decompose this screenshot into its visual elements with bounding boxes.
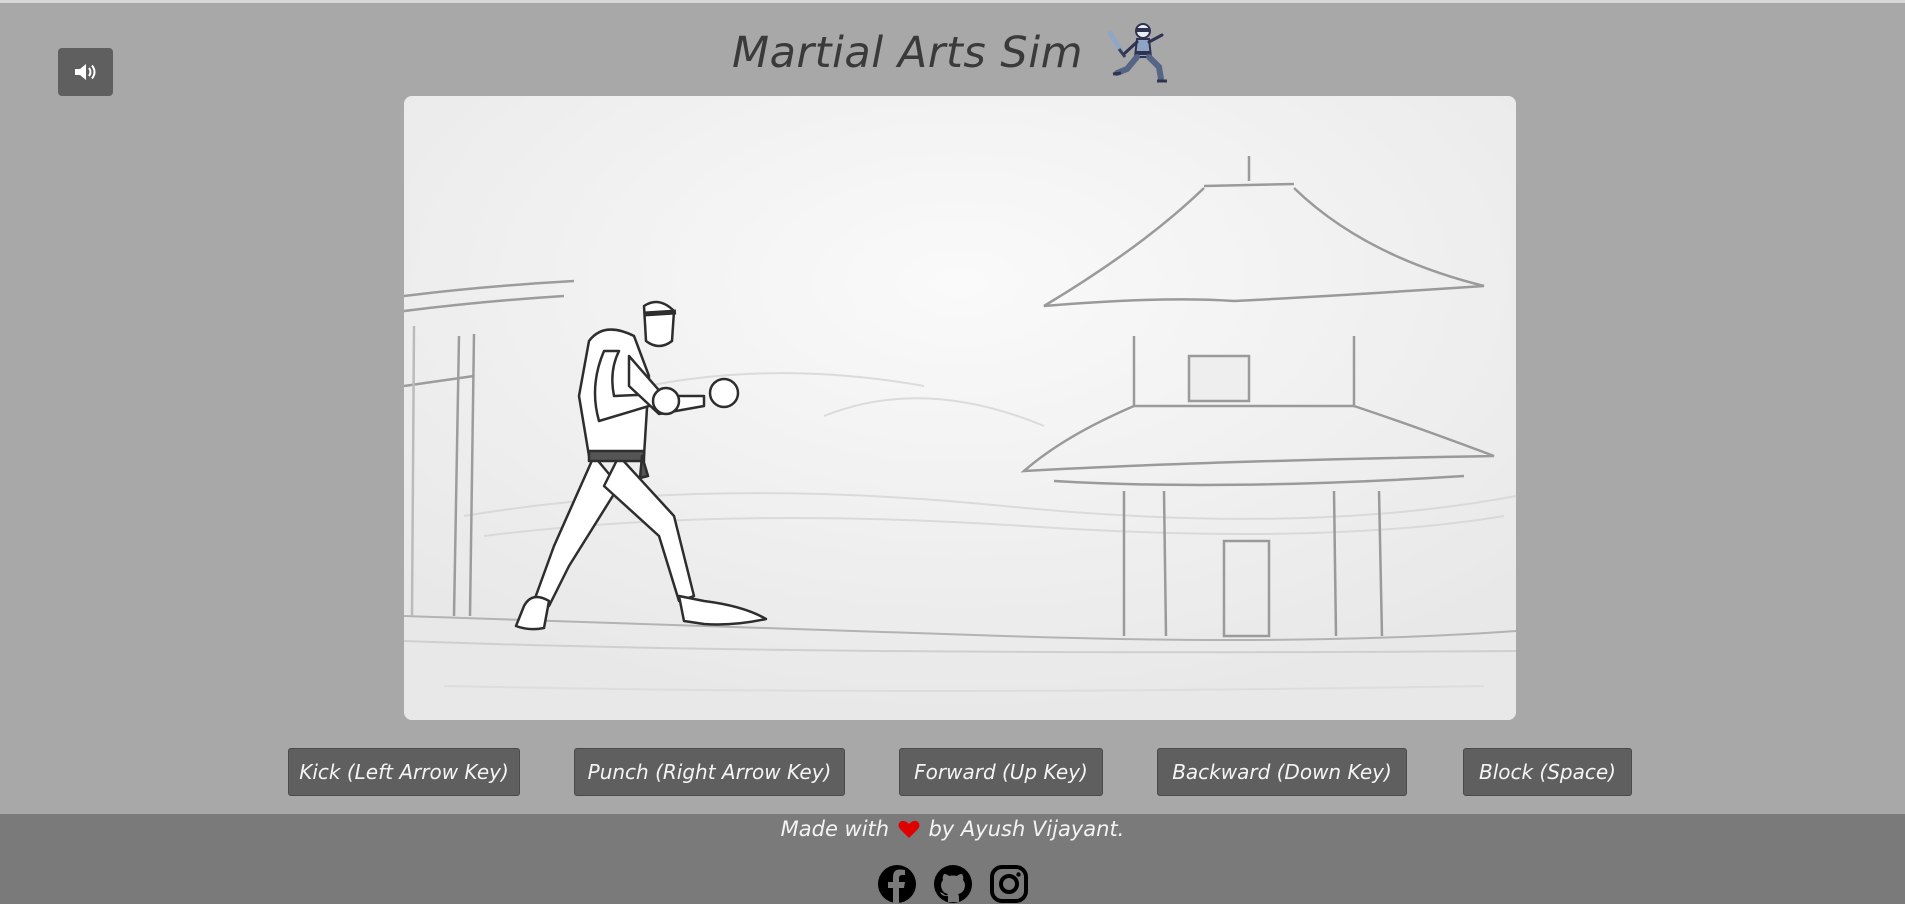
top-border — [0, 0, 1905, 3]
block-button[interactable]: Block (Space) — [1463, 748, 1632, 796]
heart-icon — [898, 820, 920, 838]
facebook-link[interactable] — [877, 864, 917, 904]
page-title: Martial Arts Sim — [731, 28, 1084, 78]
kick-button[interactable]: Kick (Left Arrow Key) — [288, 748, 520, 796]
author-text: by Ayush Vijayant. — [928, 817, 1125, 841]
made-with-text: Made with — [780, 817, 890, 841]
backward-button[interactable]: Backward (Down Key) — [1157, 748, 1407, 796]
facebook-icon — [877, 865, 916, 903]
social-links — [0, 864, 1905, 904]
game-scene — [404, 96, 1516, 720]
footer: Made with by Ayush Vijayant. — [0, 814, 1905, 904]
ninja-sword-logo — [1107, 23, 1168, 83]
control-bar: Kick (Left Arrow Key) Punch (Right Arrow… — [0, 748, 1905, 796]
instagram-link[interactable] — [989, 864, 1029, 904]
punch-button[interactable]: Punch (Right Arrow Key) — [574, 748, 845, 796]
game-canvas[interactable] — [404, 96, 1516, 720]
github-link[interactable] — [933, 864, 973, 904]
made-with-credit: Made with by Ayush Vijayant. — [0, 816, 1905, 841]
header: Martial Arts Sim — [0, 18, 1905, 88]
forward-button[interactable]: Forward (Up Key) — [899, 748, 1103, 796]
instagram-icon — [989, 865, 1028, 903]
github-icon — [933, 865, 972, 903]
